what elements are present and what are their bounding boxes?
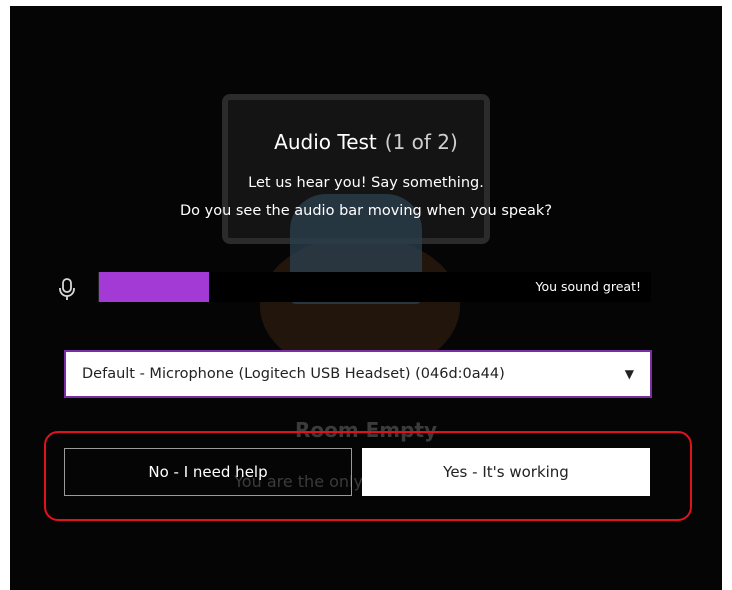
selected-device-label: Default - Microphone (Logitech USB Heads… (82, 366, 505, 382)
dialog-title: Audio Test (1 of 2) (10, 130, 722, 154)
microphone-device-select[interactable]: Default - Microphone (Logitech USB Heads… (64, 350, 652, 398)
background-room-heading: Room Empty (294, 418, 438, 442)
dialog-step-count: (1 of 2) (384, 130, 458, 154)
audio-test-dialog: Room Empty You are the only o Audio Test… (10, 6, 722, 590)
audio-level-bar: You sound great! (98, 272, 651, 302)
no-need-help-button[interactable]: No - I need help (64, 448, 352, 496)
prompt-line-1: Let us hear you! Say something. (248, 175, 484, 191)
audio-level-fill (99, 272, 210, 302)
microphone-icon (59, 278, 75, 300)
yes-its-working-button[interactable]: Yes - It's working (362, 448, 650, 496)
prompt-line-2: Do you see the audio bar moving when you… (179, 203, 553, 219)
dropdown-arrow-icon: ▼ (624, 367, 634, 381)
audio-status-text: You sound great! (535, 279, 642, 294)
audio-meter-row: You sound great! (58, 272, 651, 304)
dialog-title-text: Audio Test (274, 130, 377, 154)
